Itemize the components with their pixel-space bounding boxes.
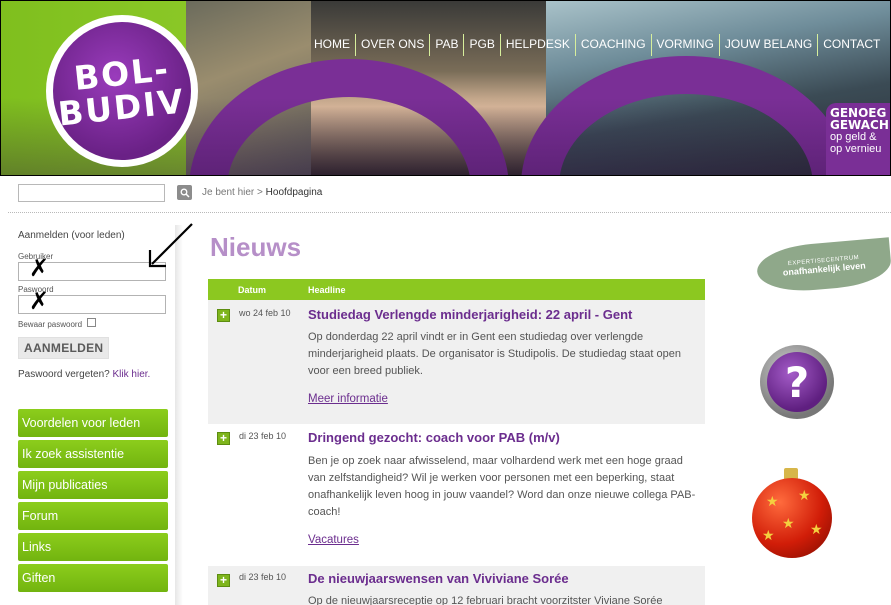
nav-over-ons[interactable]: OVER ONS [355, 34, 429, 56]
star-icon: ★ [762, 528, 775, 544]
column-header-headline: Headline [308, 284, 346, 295]
column-header-date: Datum [238, 284, 267, 295]
breadcrumb-prefix: Je bent hier > [202, 187, 263, 198]
star-icon: ★ [798, 488, 811, 504]
nav-contact[interactable]: CONTACT [817, 34, 885, 56]
top-navigation: HOME OVER ONS PAB PGB HELPDESK COACHING … [309, 34, 885, 56]
news-headline[interactable]: De nieuwjaarswensen van Viviviane Sorée [308, 571, 569, 586]
side-item-publicaties[interactable]: Mijn publicaties [18, 471, 168, 499]
side-item-voordelen[interactable]: Voordelen voor leden [18, 409, 168, 437]
breadcrumb: Je bent hier > Hoofdpagina [202, 187, 322, 198]
nav-vorming[interactable]: VORMING [650, 34, 719, 56]
news-headline[interactable]: Studiedag Verlengde minderjarigheid: 22 … [308, 307, 632, 322]
password-field[interactable]: ✗ [18, 289, 166, 314]
news-body: Op de nieuwjaarsreceptie op 12 februari … [308, 595, 663, 605]
search-button[interactable] [177, 185, 192, 200]
news-link[interactable]: Vacatures [308, 534, 359, 546]
remember-checkbox[interactable] [87, 318, 97, 327]
expertise-centrum-banner[interactable]: EXPERTISECENTRUM onafhankelijk leven [755, 237, 891, 295]
news-table-header: Datum Headline [208, 279, 705, 300]
forgot-text: Paswoord vergeten? [18, 369, 110, 380]
remember-label: Bewaar paswoord [18, 320, 83, 329]
remember-password: Bewaar paswoord [18, 318, 180, 329]
christmas-ornament-icon[interactable]: ★ ★ ★ ★ ★ [752, 478, 832, 558]
side-menu: Voordelen voor leden Ik zoek assistentie… [18, 409, 168, 595]
news-item: + di 23 feb 10 De nieuwjaarswensen van V… [208, 566, 705, 605]
hand-drawn-x-mark: ✗ [29, 287, 50, 315]
star-icon: ★ [810, 522, 823, 538]
news-body: Op donderdag 22 april vindt er in Gent e… [308, 331, 681, 377]
expand-icon[interactable]: + [217, 574, 230, 587]
forgot-password: Paswoord vergeten? Klik hier. [18, 369, 180, 380]
search-input[interactable] [18, 184, 165, 202]
news-link[interactable]: Meer informatie [308, 393, 388, 405]
news-body: Ben je op zoek naar afwisselend, maar vo… [308, 455, 696, 518]
side-item-links[interactable]: Links [18, 533, 168, 561]
breadcrumb-current[interactable]: Hoofdpagina [266, 187, 323, 198]
page-title: Nieuws [210, 232, 302, 262]
badge-line3: op geld & [830, 131, 877, 143]
nav-pab[interactable]: PAB [429, 34, 463, 56]
star-icon: ★ [766, 494, 779, 510]
nav-pgb[interactable]: PGB [463, 34, 499, 56]
expand-icon[interactable]: + [217, 432, 230, 445]
divider [8, 212, 891, 213]
site-header: BOL- BUDIV HOME OVER ONS PAB PGB HELPDES… [0, 0, 891, 176]
badge-line4: op vernieu [830, 143, 882, 155]
hand-drawn-arrow-annotation [148, 223, 193, 268]
badge-line2: GEWACH [830, 118, 889, 132]
help-button[interactable]: ? [760, 345, 834, 419]
side-item-giften[interactable]: Giften [18, 564, 168, 592]
site-logo[interactable]: BOL- BUDIV [46, 15, 198, 167]
news-item: + wo 24 feb 10 Studiedag Verlengde minde… [208, 300, 705, 424]
news-date: di 23 feb 10 [239, 431, 287, 441]
question-mark-icon: ? [767, 352, 827, 412]
nav-jouw-belang[interactable]: JOUW BELANG [718, 34, 817, 56]
nav-coaching[interactable]: COACHING [574, 34, 651, 56]
nav-home[interactable]: HOME [309, 34, 355, 56]
side-item-assistentie[interactable]: Ik zoek assistentie [18, 440, 168, 468]
login-button[interactable]: AANMELDEN [18, 337, 110, 359]
nav-helpdesk[interactable]: HELPDESK [499, 34, 575, 56]
search-icon [180, 188, 190, 198]
forgot-password-link[interactable]: Klik hier. [113, 369, 151, 380]
news-date: wo 24 feb 10 [239, 308, 291, 318]
news-headline[interactable]: Dringend gezocht: coach voor PAB (m/v) [308, 430, 560, 445]
news-date: di 23 feb 10 [239, 572, 287, 582]
expand-icon[interactable]: + [217, 309, 230, 322]
hand-drawn-x-mark: ✗ [29, 254, 50, 282]
campaign-badge[interactable]: GENOEG GEWACH op geld & op vernieu [826, 103, 890, 175]
side-item-forum[interactable]: Forum [18, 502, 168, 530]
star-icon: ★ [782, 516, 795, 532]
news-item: + di 23 feb 10 Dringend gezocht: coach v… [208, 424, 705, 566]
